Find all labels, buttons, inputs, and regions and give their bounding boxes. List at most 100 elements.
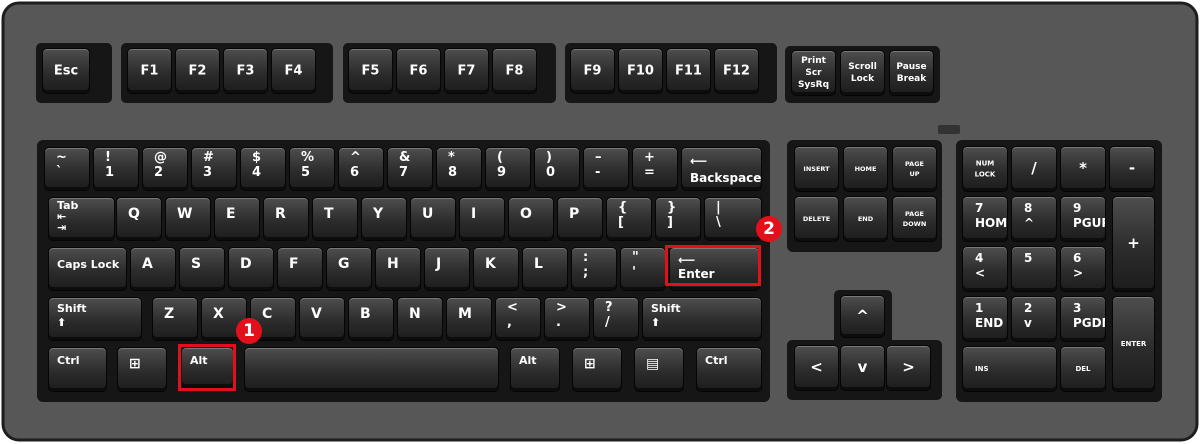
key-numpad-4[interactable]: 4 < bbox=[962, 246, 1008, 292]
key-f3[interactable]: F3 bbox=[223, 48, 268, 94]
key-f7[interactable]: F7 bbox=[444, 48, 489, 94]
key-page-down[interactable]: PAGE DOWN bbox=[892, 196, 937, 242]
key-numpad-enter[interactable]: ENTER bbox=[1112, 296, 1155, 392]
key-5[interactable]: % 5 bbox=[289, 147, 335, 191]
key-left-alt[interactable]: Alt bbox=[181, 347, 234, 388]
key-s[interactable]: S bbox=[179, 247, 225, 291]
key-numpad-divide[interactable]: / bbox=[1011, 146, 1057, 192]
key-f11[interactable]: F11 bbox=[666, 48, 711, 94]
key-numpad-3[interactable]: 3 PGDN bbox=[1060, 296, 1106, 342]
key-semicolon[interactable]: : ; bbox=[571, 247, 617, 291]
key-f10[interactable]: F10 bbox=[618, 48, 663, 94]
key-minus[interactable]: – - bbox=[583, 147, 629, 191]
key-f5[interactable]: F5 bbox=[348, 48, 393, 94]
key-numpad-2[interactable]: 2 v bbox=[1011, 296, 1057, 342]
key-g[interactable]: G bbox=[326, 247, 372, 291]
key-caps-lock[interactable]: Caps Lock bbox=[48, 247, 127, 291]
key-comma[interactable]: < , bbox=[495, 297, 541, 341]
key-0[interactable]: ) 0 bbox=[534, 147, 580, 191]
key-7[interactable]: & 7 bbox=[387, 147, 433, 191]
key-k[interactable]: K bbox=[473, 247, 519, 291]
key-l[interactable]: L bbox=[522, 247, 568, 291]
key-insert[interactable]: INSERT bbox=[794, 146, 839, 192]
key-backspace[interactable]: ⟵ Backspace bbox=[681, 147, 762, 191]
key-numpad-5[interactable]: 5 bbox=[1011, 246, 1057, 292]
key-numpad-6[interactable]: 6 > bbox=[1060, 246, 1106, 292]
key-period[interactable]: > . bbox=[544, 297, 590, 341]
key-menu[interactable]: ▤ bbox=[634, 347, 684, 392]
key-d[interactable]: D bbox=[228, 247, 274, 291]
key-1[interactable]: ! 1 bbox=[93, 147, 139, 191]
key-f[interactable]: F bbox=[277, 247, 323, 291]
key-arrow-right[interactable]: > bbox=[886, 345, 931, 391]
key-f12[interactable]: F12 bbox=[714, 48, 759, 94]
key-quote[interactable]: " ' bbox=[620, 247, 666, 291]
key-numpad-7[interactable]: 7 HOME bbox=[962, 196, 1008, 242]
key-arrow-left[interactable]: < bbox=[794, 345, 839, 391]
key-9[interactable]: ( 9 bbox=[485, 147, 531, 191]
key-u[interactable]: U bbox=[410, 197, 456, 241]
key-esc[interactable]: Esc bbox=[42, 48, 90, 94]
key-j[interactable]: J bbox=[424, 247, 470, 291]
key-f4[interactable]: F4 bbox=[271, 48, 316, 94]
key-v[interactable]: V bbox=[299, 297, 345, 341]
key-numpad-plus[interactable]: + bbox=[1112, 196, 1155, 292]
key-tab[interactable]: Tab ⇤ ⇥ bbox=[48, 197, 115, 241]
key-numpad-delete[interactable]: DEL bbox=[1060, 346, 1106, 392]
key-w[interactable]: W bbox=[165, 197, 211, 241]
key-t[interactable]: T bbox=[312, 197, 358, 241]
key-page-up[interactable]: PAGE UP bbox=[892, 146, 937, 192]
key-numpad-minus[interactable]: - bbox=[1109, 146, 1155, 192]
key-numpad-9[interactable]: 9 PGUP bbox=[1060, 196, 1106, 242]
key-f9[interactable]: F9 bbox=[570, 48, 615, 94]
key-left-windows[interactable]: ⊞ bbox=[117, 347, 167, 392]
key-left-shift[interactable]: Shift ⬆ bbox=[48, 297, 142, 341]
key-numpad-1[interactable]: 1 END bbox=[962, 296, 1008, 342]
key-num-lock[interactable]: NUM LOCK bbox=[962, 146, 1008, 192]
key-space[interactable] bbox=[244, 347, 499, 392]
key-h[interactable]: H bbox=[375, 247, 421, 291]
key-2[interactable]: @ 2 bbox=[142, 147, 188, 191]
key-equals[interactable]: + = bbox=[632, 147, 678, 191]
key-o[interactable]: O bbox=[508, 197, 554, 241]
key-m[interactable]: M bbox=[446, 297, 492, 341]
key-z[interactable]: Z bbox=[152, 297, 198, 341]
key-p[interactable]: P bbox=[557, 197, 603, 241]
key-enter[interactable]: ⟵ Enter bbox=[669, 247, 760, 291]
key-numpad-8[interactable]: 8 ^ bbox=[1011, 196, 1057, 242]
key-delete[interactable]: DELETE bbox=[794, 196, 839, 242]
key-arrow-down[interactable]: v bbox=[840, 345, 885, 391]
key-y[interactable]: Y bbox=[361, 197, 407, 241]
key-f8[interactable]: F8 bbox=[492, 48, 537, 94]
key-right-ctrl[interactable]: Ctrl bbox=[696, 347, 762, 392]
key-left-bracket[interactable]: { [ bbox=[606, 197, 652, 241]
key-q[interactable]: Q bbox=[116, 197, 162, 241]
key-end[interactable]: END bbox=[843, 196, 888, 242]
key-r[interactable]: R bbox=[263, 197, 309, 241]
key-home[interactable]: HOME bbox=[843, 146, 888, 192]
key-b[interactable]: B bbox=[348, 297, 394, 341]
key-right-alt[interactable]: Alt bbox=[510, 347, 560, 392]
key-n[interactable]: N bbox=[397, 297, 443, 341]
key-slash[interactable]: ? / bbox=[593, 297, 639, 341]
key-print-screen[interactable]: Print Scr SysRq bbox=[791, 50, 836, 96]
key-3[interactable]: # 3 bbox=[191, 147, 237, 191]
key-arrow-up[interactable]: ^ bbox=[840, 295, 885, 338]
key-backtick[interactable]: ~ ` bbox=[44, 147, 90, 191]
key-scroll-lock[interactable]: Scroll Lock bbox=[840, 50, 885, 96]
key-right-shift[interactable]: Shift ⬆ bbox=[642, 297, 762, 341]
key-f2[interactable]: F2 bbox=[175, 48, 220, 94]
key-right-windows[interactable]: ⊞ bbox=[572, 347, 622, 392]
key-e[interactable]: E bbox=[214, 197, 260, 241]
key-numpad-multiply[interactable]: * bbox=[1060, 146, 1106, 192]
key-6[interactable]: ^ 6 bbox=[338, 147, 384, 191]
key-numpad-insert[interactable]: INS bbox=[962, 346, 1057, 392]
key-right-bracket[interactable]: } ] bbox=[655, 197, 701, 241]
key-8[interactable]: * 8 bbox=[436, 147, 482, 191]
key-left-ctrl[interactable]: Ctrl bbox=[48, 347, 107, 392]
key-pause-break[interactable]: Pause Break bbox=[889, 50, 934, 96]
key-f6[interactable]: F6 bbox=[396, 48, 441, 94]
key-a[interactable]: A bbox=[130, 247, 176, 291]
key-backslash[interactable]: | \ bbox=[704, 197, 762, 241]
key-4[interactable]: $ 4 bbox=[240, 147, 286, 191]
